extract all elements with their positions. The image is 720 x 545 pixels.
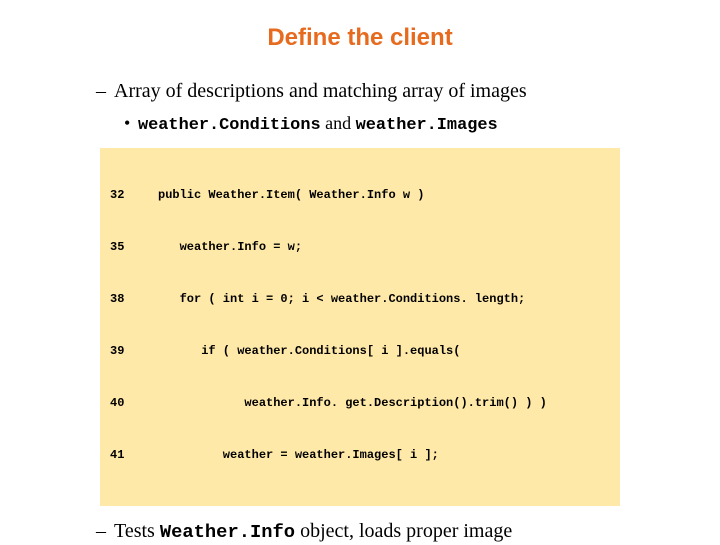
code-line: 35 weather.Info = w; [110, 239, 610, 256]
code-text: weather.Info. get.Description().trim() )… [158, 395, 547, 412]
line-number: 32 [110, 187, 158, 204]
line-number: 41 [110, 447, 158, 464]
bullet-list: –Array of descriptions and matching arra… [96, 78, 680, 138]
code-text: for ( int i = 0; i < weather.Conditions.… [158, 291, 525, 308]
bullet-text: Array of descriptions and matching array… [114, 80, 527, 102]
code-block: 32public Weather.Item( Weather.Info w ) … [100, 148, 620, 506]
code-line: 40 weather.Info. get.Description().trim(… [110, 395, 610, 412]
bullet-dot-icon: • [124, 111, 138, 135]
code-text: weather.Info = w; [158, 239, 302, 256]
bullet-level1-2: –Tests Weather.Info object, loads proper… [96, 518, 680, 545]
code-text: if ( weather.Conditions[ i ].equals( [158, 343, 460, 360]
dash-icon: – [96, 78, 114, 105]
code-line: 32public Weather.Item( Weather.Info w ) [110, 187, 610, 204]
dash-icon: – [96, 518, 114, 545]
code-line: 41 weather = weather.Images[ i ]; [110, 447, 610, 464]
bullet-text: Tests [114, 520, 160, 542]
code-span: weather.Images [356, 116, 498, 135]
bullet-text: and [321, 113, 356, 133]
code-span: weather.Conditions [138, 116, 321, 135]
code-text: weather = weather.Images[ i ]; [158, 447, 439, 464]
bullet-list: –Tests Weather.Info object, loads proper… [96, 518, 680, 545]
bullet-text: object, loads proper image [295, 520, 512, 542]
slide-title: Define the client [40, 24, 680, 52]
line-number: 38 [110, 291, 158, 308]
bullet-level2-1: •weather.Conditions and weather.Images [124, 111, 680, 138]
line-number: 39 [110, 343, 158, 360]
code-text: public Weather.Item( Weather.Info w ) [158, 187, 424, 204]
bullet-level1-1: –Array of descriptions and matching arra… [96, 78, 680, 105]
line-number: 40 [110, 395, 158, 412]
code-span: Weather.Info [160, 521, 295, 543]
code-line: 38 for ( int i = 0; i < weather.Conditio… [110, 291, 610, 308]
code-line: 39 if ( weather.Conditions[ i ].equals( [110, 343, 610, 360]
line-number: 35 [110, 239, 158, 256]
slide: Define the client –Array of descriptions… [0, 0, 720, 540]
